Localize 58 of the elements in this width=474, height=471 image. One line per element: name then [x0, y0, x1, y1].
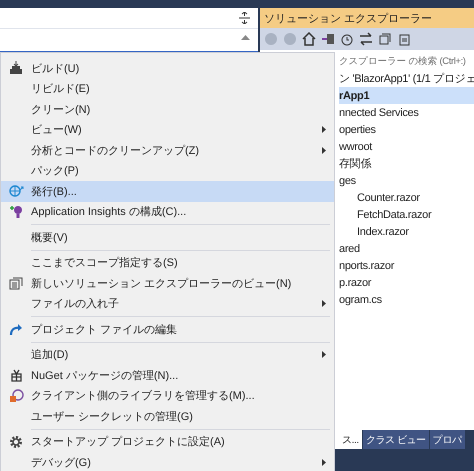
submenu-arrow-icon	[322, 146, 326, 154]
menu-item[interactable]: ここまでスコープ指定する(S)	[1, 248, 334, 273]
submenu-arrow-icon	[322, 300, 326, 308]
tree-item[interactable]: Counter.razor	[339, 189, 474, 206]
menu-item[interactable]: Application Insights の構成(C)...	[1, 202, 334, 222]
menu-item[interactable]: ユーザー シークレットの管理(G)	[1, 406, 334, 426]
menu-item[interactable]: ファイルの入れ子	[1, 294, 334, 314]
menu-item[interactable]: ビュー(W)	[1, 120, 334, 140]
submenu-arrow-icon	[322, 126, 326, 134]
lightbulb-icon	[8, 204, 24, 220]
library-icon	[8, 388, 24, 403]
tree-item[interactable]: operties	[339, 121, 474, 138]
tree-item[interactable]: ン 'BlazorApp1' (1/1 プロジェ	[339, 70, 474, 87]
build-icon	[9, 61, 23, 76]
settings-icon	[9, 434, 23, 449]
tree-item[interactable]: rApp1	[339, 87, 474, 104]
tree-item[interactable]: ogram.cs	[339, 291, 474, 308]
tree-item[interactable]: FetchData.razor	[339, 206, 474, 223]
tree-item[interactable]: 存関係	[339, 155, 474, 172]
menu-item[interactable]: クライアント側のライブラリを管理する(M)...	[1, 386, 334, 406]
tree-item[interactable]: ared	[339, 240, 474, 257]
menu-item[interactable]: 新しいソリューション エクスプローラーのビュー(N)	[1, 273, 334, 294]
menu-item[interactable]: 発行(B)...	[1, 181, 334, 202]
sync-icon[interactable]	[359, 32, 373, 46]
collapse-icon[interactable]	[378, 32, 392, 46]
panel-tab[interactable]: ス...	[339, 430, 363, 449]
tree-item[interactable]: p.razor	[339, 274, 474, 291]
menu-item[interactable]: パック(P)	[1, 160, 334, 181]
scroll-up-icon[interactable]	[241, 34, 250, 40]
menu-item[interactable]: プロジェクト ファイルの編集	[1, 314, 334, 340]
submenu-arrow-icon	[322, 351, 326, 358]
menu-item[interactable]: NuGet パッケージの管理(N)...	[1, 365, 334, 386]
menu-item[interactable]: スタートアップ プロジェクトに設定(A)	[1, 426, 334, 452]
menu-item[interactable]: 分析とコードのクリーンアップ(Z)	[1, 140, 334, 160]
tree-item[interactable]: nnected Services	[339, 104, 474, 121]
panel-tab[interactable]: クラス ビュー	[362, 430, 430, 449]
home-icon[interactable]	[302, 32, 316, 46]
menu-item[interactable]: ビルド(U)	[1, 58, 334, 78]
package-icon	[10, 368, 22, 382]
switch-views-icon[interactable]	[321, 32, 335, 46]
tree-item[interactable]: nports.razor	[339, 257, 474, 274]
history-icon[interactable]	[340, 32, 354, 46]
tree-item[interactable]: Index.razor	[339, 223, 474, 240]
tree-item[interactable]: ges	[339, 172, 474, 189]
split-icon[interactable]	[239, 12, 250, 24]
copy-icon[interactable]	[397, 32, 411, 46]
menu-item[interactable]: デバッグ(G)	[1, 452, 334, 471]
window-icon	[9, 276, 23, 290]
submenu-arrow-icon	[322, 458, 326, 466]
menu-item[interactable]: クリーン(N)	[1, 99, 334, 120]
tree-item[interactable]: wwroot	[339, 138, 474, 155]
menu-item[interactable]: リビルド(E)	[1, 78, 334, 99]
globe-icon	[8, 184, 24, 198]
panel-title: ソリューション エクスプローラー	[260, 8, 474, 28]
redo-arrow-icon	[9, 322, 23, 336]
menu-item[interactable]: 概要(V)	[1, 222, 334, 248]
menu-item[interactable]: 追加(D)	[1, 340, 334, 365]
panel-tab[interactable]: プロパ	[430, 430, 466, 449]
